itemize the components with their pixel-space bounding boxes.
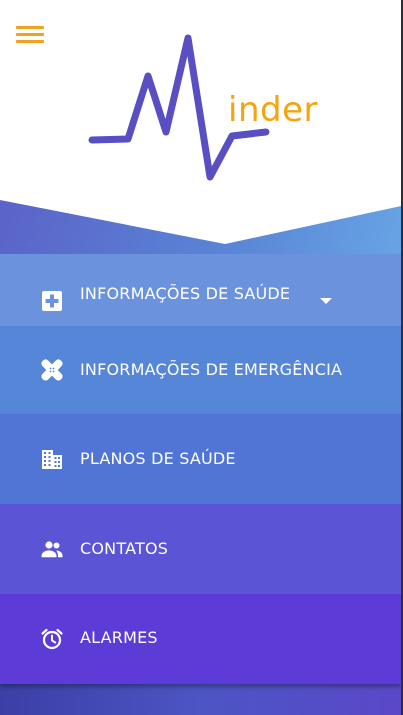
logo-text: inder <box>228 90 318 130</box>
medical-plus-icon <box>42 291 62 311</box>
building-icon <box>42 450 62 469</box>
menu-item-contacts[interactable]: CONTATOS <box>0 504 401 594</box>
menu-item-health-info[interactable]: INFORMAÇÕES DE SAÚDE <box>0 254 401 326</box>
navigation-menu: INFORMAÇÕES DE SAÚDE INFORMAÇÕES DE EMER… <box>0 254 401 684</box>
menu-item-label: INFORMAÇÕES DE EMERGÊNCIA <box>80 360 343 379</box>
hamburger-icon[interactable] <box>16 26 44 44</box>
bandage-icon <box>41 359 63 381</box>
menu-item-health-plans[interactable]: PLANOS DE SAÚDE <box>0 414 401 504</box>
caret-down-icon[interactable] <box>320 298 332 304</box>
menu-item-label: INFORMAÇÕES DE SAÚDE <box>80 284 291 303</box>
app-screen: inder INFORMAÇÕES DE SAÚDE INFORMAÇÕES D… <box>0 0 403 715</box>
menu-item-alarms[interactable]: ALARMES <box>0 594 401 684</box>
menu-item-label: ALARMES <box>80 628 158 647</box>
alarm-clock-icon <box>41 628 63 650</box>
menu-item-label: PLANOS DE SAÚDE <box>80 449 236 468</box>
menu-item-label: CONTATOS <box>80 539 169 558</box>
menu-item-emergency-info[interactable]: INFORMAÇÕES DE EMERGÊNCIA <box>0 326 401 414</box>
people-icon <box>41 541 63 558</box>
